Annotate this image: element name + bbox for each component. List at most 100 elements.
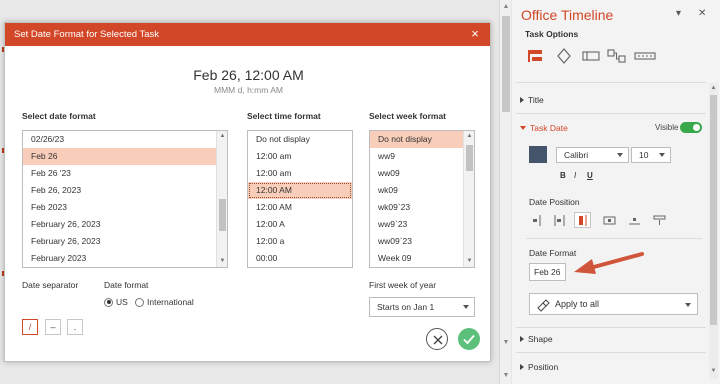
scroll-up-icon[interactable]: ▲ (465, 132, 474, 141)
list-item[interactable]: 12:00 a (248, 233, 352, 250)
date-format-field[interactable]: Feb 26 (529, 263, 566, 281)
chevron-right-icon (520, 364, 524, 370)
ok-button[interactable] (458, 328, 480, 350)
separator-dot-button[interactable]: . (67, 319, 83, 335)
first-week-value: Starts on Jan 1 (377, 302, 435, 312)
pane-scrollbar[interactable]: ▲ ▼ (709, 83, 718, 379)
close-icon[interactable]: × (468, 26, 482, 42)
list-item[interactable]: Feb 26, 2023 (23, 182, 227, 199)
list-item[interactable]: 12:00 A (248, 216, 352, 233)
apply-to-all-button[interactable]: Apply to all (529, 293, 698, 315)
scroll-down-icon[interactable]: ▼ (502, 372, 510, 380)
position-center-icon[interactable] (601, 212, 618, 228)
date-format-items: 02/26/23 Feb 26 Feb 26 '23 Feb 26, 2023 Feb … (23, 131, 227, 267)
scroll-down-icon[interactable]: ▼ (709, 368, 718, 374)
visible-label: Visible (655, 123, 679, 132)
position-outside-left-icon[interactable] (529, 212, 546, 228)
task-bar-icon[interactable] (527, 47, 545, 67)
date-list-scrollbar[interactable]: ▲ ▼ (216, 131, 227, 267)
underline-button[interactable]: U (587, 171, 593, 180)
scroll-up-icon[interactable]: ▲ (709, 85, 718, 91)
timescale-icon[interactable] (634, 47, 656, 67)
list-item[interactable]: Do not display (370, 131, 474, 148)
scroll-down-icon[interactable]: ▼ (465, 257, 474, 266)
section-position[interactable]: Position (520, 362, 558, 372)
visible-toggle[interactable] (680, 122, 702, 133)
section-title[interactable]: Title (520, 95, 544, 105)
scroll-thumb[interactable] (466, 145, 473, 171)
list-item[interactable]: Feb 2023 (23, 199, 227, 216)
list-item[interactable]: February 26, 2023 (23, 233, 227, 250)
document-scrollbar[interactable]: ▲ ▼ ▼ (499, 0, 511, 384)
dialog-title: Set Date Format for Selected Task (14, 29, 160, 40)
position-inside-left-icon[interactable] (551, 212, 568, 228)
scroll-up-icon[interactable]: ▲ (502, 3, 510, 11)
scroll-down-icon[interactable]: ▼ (218, 257, 227, 266)
font-name-select[interactable]: Calibri (556, 147, 629, 163)
date-format-list[interactable]: 02/26/23 Feb 26 Feb 26 '23 Feb 26, 2023 Feb … (22, 130, 228, 268)
week-format-list[interactable]: Do not display ww9 ww09 wk09 wk09`23 ww9`23 ww… (369, 130, 475, 268)
list-item[interactable]: February 26, 2023 (23, 216, 227, 233)
scroll-thumb[interactable] (219, 199, 226, 231)
list-item[interactable]: Feb 26 '23 (23, 165, 227, 182)
list-item[interactable]: ww09`23 (370, 233, 474, 250)
separator-dash-button[interactable]: – (45, 319, 61, 335)
section-title-label: Title (528, 95, 544, 105)
list-item[interactable]: ww9 (370, 148, 474, 165)
position-inside-right-icon[interactable] (574, 212, 591, 228)
dialog-titlebar: Set Date Format for Selected Task (5, 23, 490, 46)
radio-international[interactable]: International (135, 297, 194, 307)
list-item[interactable]: 12:00 am (248, 165, 352, 182)
close-icon[interactable]: ✕ (698, 8, 706, 19)
list-item[interactable]: 12:00 AM (248, 199, 352, 216)
scroll-thumb[interactable] (710, 95, 717, 325)
section-task-date[interactable]: Task Date (520, 123, 568, 133)
date-position-label: Date Position (529, 197, 580, 207)
list-item[interactable]: ww09 (370, 165, 474, 182)
list-item[interactable]: Week 09 (370, 250, 474, 267)
radio-dot[interactable] (104, 297, 113, 307)
list-item[interactable]: February 2023 (23, 250, 227, 267)
week-list-scrollbar[interactable]: ▲ ▼ (463, 131, 474, 267)
list-item[interactable]: 02/26/23 (23, 131, 227, 148)
section-task-date-label: Task Date (530, 123, 568, 133)
position-below-icon[interactable] (626, 212, 643, 228)
font-size-select[interactable]: 10 (631, 147, 671, 163)
time-format-list-label: Select time format (247, 111, 321, 121)
layout-icon[interactable] (581, 47, 601, 67)
list-item[interactable]: Feb 26 (23, 148, 227, 165)
radio-international-label: International (147, 297, 194, 307)
list-item[interactable]: 12:00 AM (248, 182, 352, 199)
chevron-down-icon (685, 303, 691, 307)
radio-dot[interactable] (135, 297, 144, 307)
date-format-dialog: Set Date Format for Selected Task × Feb … (4, 22, 491, 362)
bold-button[interactable]: B (560, 171, 566, 180)
section-shape[interactable]: Shape (520, 334, 553, 344)
close-icon (433, 335, 443, 345)
section-position-label: Position (528, 362, 559, 372)
date-color-swatch[interactable] (529, 146, 547, 163)
list-item[interactable]: wk09 (370, 182, 474, 199)
cancel-button[interactable] (426, 328, 448, 350)
milestone-icon[interactable] (555, 47, 573, 67)
scroll-thumb[interactable] (502, 16, 510, 112)
scroll-down-icon[interactable]: ▼ (502, 339, 510, 347)
scroll-up-icon[interactable]: ▲ (218, 132, 227, 141)
radio-us[interactable]: US (104, 297, 128, 307)
date-separator-label: Date separator (22, 280, 79, 290)
list-item[interactable]: Do not display (248, 131, 352, 148)
chevron-down-icon[interactable]: ▾ (676, 8, 681, 19)
chevron-down-icon (520, 126, 526, 130)
italic-button[interactable]: I (574, 171, 576, 180)
first-week-select[interactable]: Starts on Jan 1 (369, 297, 475, 317)
list-item[interactable]: ww9`23 (370, 216, 474, 233)
list-item[interactable]: 00:00 (248, 250, 352, 267)
separator-slash-button[interactable]: / (22, 319, 38, 335)
list-item[interactable]: wk09`23 (370, 199, 474, 216)
position-above-icon[interactable] (651, 212, 668, 228)
divider (516, 327, 706, 328)
time-format-list[interactable]: Do not display 12:00 am 12:00 am 12:00 AM 12… (247, 130, 353, 268)
list-item[interactable]: 12:00 am (248, 148, 352, 165)
connector-icon[interactable] (607, 47, 627, 67)
checkmark-icon (463, 334, 475, 345)
